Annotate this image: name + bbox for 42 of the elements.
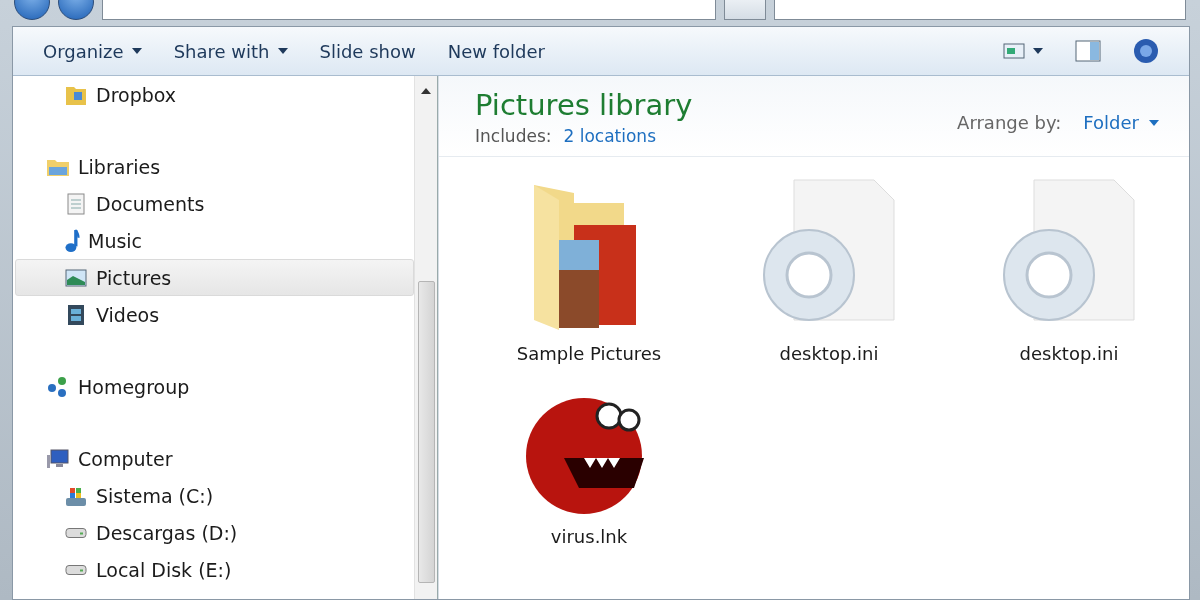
file-name[interactable]: virus.lnk [550,526,628,547]
computer-icon [46,446,70,471]
refresh-button[interactable] [724,0,766,20]
nav-item[interactable]: Documents [15,185,415,222]
pane-icon [1075,40,1101,62]
scroll-thumb[interactable] [418,281,436,583]
toolbar-button[interactable]: New folder [433,34,559,68]
nav-item[interactable]: Videos [15,296,415,333]
file-name[interactable]: desktop.ini [1019,343,1119,364]
nav-item[interactable]: Sistema (C:) [15,477,415,514]
toolbar-button[interactable]: Share with [159,34,302,68]
help-icon [1133,38,1159,64]
nav-item[interactable]: Computer [15,440,415,477]
file-name[interactable]: Sample Pictures [516,343,662,364]
nav-item[interactable]: Pictures [15,259,415,296]
document-icon [64,191,88,216]
toolbar-button[interactable]: Slide show [305,34,430,68]
arrange-dropdown[interactable]: Folder [1083,112,1159,133]
drive-icon [64,526,88,539]
caret-icon [131,48,142,54]
scroll-up-icon [421,88,431,94]
caret-icon [1033,48,1043,54]
address-field[interactable] [102,0,716,20]
nav-item[interactable]: Libraries [15,148,415,185]
nav-item[interactable]: Local Disk (E:) [15,551,415,588]
library-title: Pictures library [475,88,693,122]
caret-icon [1149,119,1159,126]
search-field[interactable] [774,0,1186,20]
nav-item[interactable]: Music [15,222,415,259]
file-name[interactable]: desktop.ini [779,343,879,364]
includes-label: Includes: [475,126,552,146]
nav-item[interactable]: Descargas (D:) [15,514,415,551]
arrange-label: Arrange by: [957,112,1062,133]
caret-icon [277,48,288,54]
locations-link[interactable]: 2 locations [563,126,656,146]
nav-item[interactable]: Homegroup [15,368,415,405]
drive-icon [64,563,88,576]
nav-item[interactable]: Dropbox [15,76,415,113]
toolbar-button[interactable]: Organize [29,34,156,68]
music-note-icon [64,228,80,253]
scrollbar[interactable] [414,76,438,599]
view-icon [1003,43,1025,59]
